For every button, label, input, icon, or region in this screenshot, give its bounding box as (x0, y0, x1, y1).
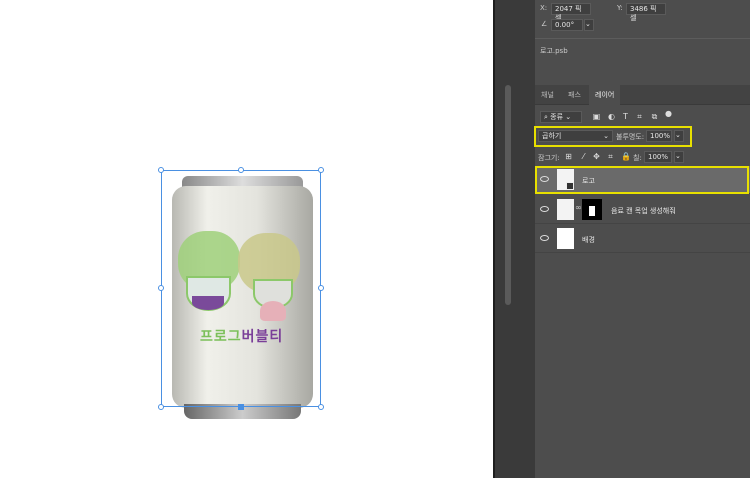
filter-toggle-icon[interactable]: ● (664, 109, 673, 118)
lock-move-icon[interactable]: ✥ (592, 152, 601, 161)
lock-all-icon[interactable]: 🔒 (621, 152, 631, 161)
shape-filter-icon[interactable]: ⌗ (635, 112, 644, 121)
layer-thumbnail (557, 228, 574, 249)
y-input[interactable]: 3486 픽셀 (626, 3, 666, 22)
opacity-label: 불투명도: (616, 133, 645, 141)
handle-tr[interactable] (318, 167, 324, 173)
transform-bounding-box[interactable] (158, 167, 324, 410)
opacity-input[interactable]: 100% (646, 130, 672, 142)
blend-mode-value: 곱하기 (542, 132, 562, 140)
filter-label: 종류 (550, 113, 564, 121)
panel-tabs: 채널 패스 레이어 (535, 85, 750, 105)
handle-br[interactable] (318, 404, 324, 410)
layer-filter-select[interactable]: ⌕ 종류 ⌄ (540, 111, 582, 123)
opacity-dropdown[interactable]: ⌄ (674, 130, 684, 142)
type-filter-icon[interactable]: T (621, 112, 630, 121)
smart-object-filter-icon[interactable]: ⧉ (650, 112, 659, 121)
properties-layers-panel: X: 2047 픽셀 Y: 3486 픽셀 ∠ 0.00° ⌄ 로고.psb 채… (534, 0, 750, 478)
blend-mode-select[interactable]: 곱하기 ⌄ (538, 130, 613, 142)
visibility-eye-icon[interactable] (540, 206, 549, 212)
adjustment-filter-icon[interactable]: ◐ (607, 112, 616, 121)
handle-tm[interactable] (238, 167, 244, 173)
lock-transparent-icon[interactable]: ⊞ (564, 152, 573, 161)
layer-name: 음료 캔 목업 생성해줘 (611, 207, 676, 215)
layer-thumbnail (557, 199, 574, 220)
selected-layer-highlight (535, 166, 749, 194)
angle-input[interactable]: 0.00° (551, 19, 583, 31)
layer-mask-thumbnail[interactable] (582, 199, 602, 220)
divider (535, 38, 750, 39)
y-label: Y: (617, 4, 623, 12)
handle-mr[interactable] (318, 285, 324, 291)
layer-row-background[interactable]: 배경 (535, 225, 750, 253)
lock-label: 잠그기: (538, 154, 560, 162)
image-filter-icon[interactable]: ▣ (592, 112, 601, 121)
tab-paths[interactable]: 패스 (562, 85, 587, 105)
fill-input[interactable]: 100% (644, 151, 672, 163)
handle-tl[interactable] (158, 167, 164, 173)
panel-gutter (493, 0, 535, 478)
visibility-eye-icon[interactable] (540, 235, 549, 241)
fill-dropdown[interactable]: ⌄ (674, 151, 684, 163)
angle-icon: ∠ (541, 20, 548, 28)
handle-ml[interactable] (158, 285, 164, 291)
handle-bm[interactable] (238, 404, 244, 410)
angle-dropdown[interactable]: ⌄ (584, 19, 594, 31)
tab-layers[interactable]: 레이어 (589, 85, 621, 105)
scrollbar[interactable] (505, 85, 511, 305)
link-icon: ∞ (575, 203, 582, 212)
lock-brush-icon[interactable]: ⁄ (579, 152, 588, 161)
fill-label: 칠: (633, 154, 642, 162)
x-label: X: (540, 4, 548, 12)
layer-name: 배경 (582, 236, 595, 244)
document-canvas[interactable]: 프로그버블티 (0, 0, 493, 478)
linked-file-name: 로고.psb (540, 47, 568, 55)
layer-row-can-mockup[interactable]: ∞ 음료 캔 목업 생성해줘 (535, 196, 750, 224)
lock-artboard-icon[interactable]: ⌗ (606, 152, 615, 161)
x-input[interactable]: 2047 픽셀 (551, 3, 591, 22)
tab-channels[interactable]: 채널 (535, 85, 560, 105)
handle-bl[interactable] (158, 404, 164, 410)
